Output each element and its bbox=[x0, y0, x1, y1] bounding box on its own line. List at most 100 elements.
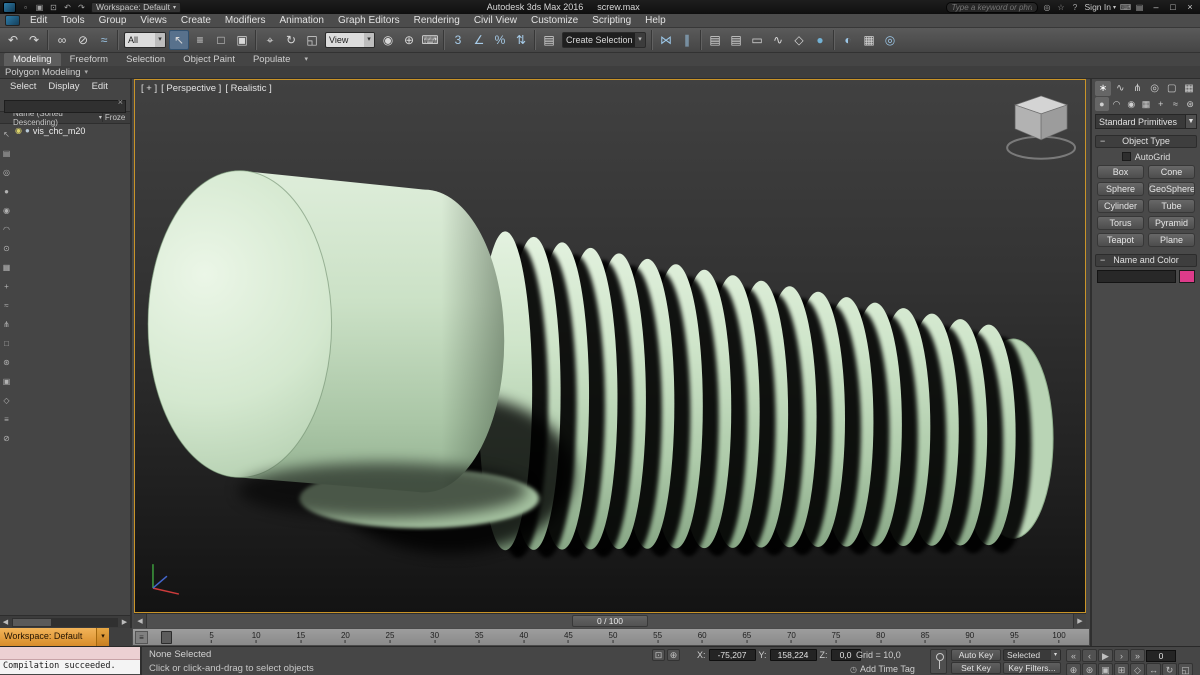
mirror-icon[interactable]: ⋈ bbox=[656, 30, 676, 50]
search-button-icon[interactable]: ◎ bbox=[1041, 3, 1054, 12]
menu-civil-view[interactable]: Civil View bbox=[467, 14, 524, 28]
tab-freeform[interactable]: Freeform bbox=[61, 53, 118, 66]
explorer-menu-select[interactable]: Select bbox=[4, 81, 42, 92]
x-coordinate-field[interactable]: -75,207 bbox=[708, 649, 756, 661]
viewport-shading-label[interactable]: [ Realistic ] bbox=[225, 83, 271, 94]
redo-icon[interactable]: ↷ bbox=[75, 3, 88, 12]
zoom-extents-all-icon[interactable]: ⊞ bbox=[1114, 663, 1129, 675]
sign-in-button[interactable]: Sign In ▾ bbox=[1085, 2, 1116, 12]
workspace-dropdown[interactable]: Workspace: Default ▾ bbox=[91, 1, 182, 13]
macro-recorder-pane[interactable] bbox=[0, 647, 140, 660]
render-production-icon[interactable]: ◎ bbox=[880, 30, 900, 50]
unlink-selection-icon[interactable]: ⊘ bbox=[73, 30, 93, 50]
se-show-materials-icon[interactable]: ◇ bbox=[3, 395, 9, 407]
menu-tools[interactable]: Tools bbox=[54, 14, 91, 28]
current-frame-field[interactable]: 0 bbox=[1146, 649, 1176, 662]
menu-create[interactable]: Create bbox=[174, 14, 218, 28]
menu-animation[interactable]: Animation bbox=[272, 14, 330, 28]
toggle-scene-explorer-icon[interactable]: ▤ bbox=[705, 30, 725, 50]
minimize-button[interactable]: – bbox=[1149, 2, 1163, 12]
select-and-link-icon[interactable]: ∞ bbox=[52, 30, 72, 50]
se-show-hidden-icon[interactable]: ▣ bbox=[3, 376, 11, 388]
select-by-name-icon[interactable]: ≡ bbox=[190, 30, 210, 50]
save-file-icon[interactable]: ⊡ bbox=[47, 3, 60, 12]
viewport-pov-label[interactable]: [ Perspective ] bbox=[161, 83, 221, 94]
cylinder-button[interactable]: Cylinder bbox=[1097, 199, 1144, 213]
play-animation-button[interactable]: ▶ bbox=[1098, 649, 1113, 662]
shapes-category-icon[interactable]: ◠ bbox=[1110, 97, 1124, 111]
tube-button[interactable]: Tube bbox=[1148, 199, 1195, 213]
se-show-helpers-icon[interactable]: + bbox=[4, 281, 9, 293]
menu-help[interactable]: Help bbox=[638, 14, 673, 28]
se-sort-icon[interactable]: ≡ bbox=[4, 414, 9, 426]
sphere-button[interactable]: Sphere bbox=[1097, 182, 1144, 196]
tab-object-paint[interactable]: Object Paint bbox=[174, 53, 244, 66]
cameras-category-icon[interactable]: ▦ bbox=[1139, 97, 1153, 111]
next-frame-button[interactable]: › bbox=[1114, 649, 1129, 662]
se-show-lights-icon[interactable]: ⊙ bbox=[3, 243, 10, 255]
select-and-move-icon[interactable]: ⌖ bbox=[260, 30, 280, 50]
pyramid-button[interactable]: Pyramid bbox=[1148, 216, 1195, 230]
curve-editor-icon[interactable]: ∿ bbox=[768, 30, 788, 50]
scene-explorer-search-input[interactable] bbox=[4, 99, 126, 113]
hierarchy-tab-icon[interactable]: ⋔ bbox=[1129, 81, 1145, 96]
viewport[interactable]: [ + ] [ Perspective ] [ Realistic ] bbox=[134, 79, 1086, 613]
geometry-category-icon[interactable]: ● bbox=[1095, 97, 1109, 111]
menu-edit[interactable]: Edit bbox=[23, 14, 54, 28]
polygon-modeling-panel-label[interactable]: Polygon Modeling bbox=[5, 67, 81, 78]
selection-set-key-dropdown[interactable]: Selected ▾ bbox=[1003, 649, 1061, 661]
toggle-ribbon-icon[interactable]: ▭ bbox=[747, 30, 767, 50]
angle-snap-icon[interactable]: ∠ bbox=[469, 30, 489, 50]
explorer-menu-edit[interactable]: Edit bbox=[86, 81, 114, 92]
time-slider-track[interactable]: 0 / 100 bbox=[147, 614, 1073, 628]
scene-explorer-scrollbar[interactable]: ◀ ▶ bbox=[0, 615, 130, 628]
menu-group[interactable]: Group bbox=[92, 14, 134, 28]
scrollbar-track[interactable] bbox=[12, 617, 118, 627]
scroll-right-icon[interactable]: ▶ bbox=[119, 618, 130, 626]
selection-filter-dropdown[interactable]: All ▾ bbox=[124, 32, 166, 48]
orbit-icon[interactable]: ↻ bbox=[1162, 663, 1177, 675]
select-and-manipulate-icon[interactable]: ⊕ bbox=[399, 30, 419, 50]
max-app-icon[interactable] bbox=[3, 1, 16, 13]
menu-scripting[interactable]: Scripting bbox=[585, 14, 638, 28]
list-item[interactable]: ◉ ● vis_chc_m20 bbox=[0, 124, 130, 137]
visibility-bulb-icon[interactable]: ◉ bbox=[15, 126, 22, 135]
search-input[interactable] bbox=[945, 1, 1038, 13]
teapot-button[interactable]: Teapot bbox=[1097, 233, 1144, 247]
se-show-geometry-icon[interactable]: ◉ bbox=[3, 205, 10, 217]
window-crossing-icon[interactable]: ▣ bbox=[232, 30, 252, 50]
menu-graph-editors[interactable]: Graph Editors bbox=[331, 14, 407, 28]
utilities-tab-icon[interactable]: ▦ bbox=[1181, 81, 1197, 96]
go-to-end-button[interactable]: » bbox=[1130, 649, 1145, 662]
add-time-tag[interactable]: ◷ Add Time Tag bbox=[850, 664, 915, 674]
key-filters-button[interactable]: Key Filters... bbox=[1003, 662, 1061, 674]
toggle-layer-explorer-icon[interactable]: ▤ bbox=[726, 30, 746, 50]
edit-named-selection-sets-icon[interactable]: ▤ bbox=[539, 30, 559, 50]
primitive-type-dropdown[interactable]: Standard Primitives ▼ bbox=[1095, 114, 1197, 129]
maximize-viewport-toggle-icon[interactable]: ◱ bbox=[1178, 663, 1193, 675]
previous-frame-button[interactable]: ‹ bbox=[1082, 649, 1097, 662]
se-selection-sets-icon[interactable]: ▤ bbox=[3, 148, 11, 160]
tab-populate[interactable]: Populate bbox=[244, 53, 300, 66]
maxscript-mini-listener[interactable]: Compilation succeeded. bbox=[0, 647, 142, 675]
modify-tab-icon[interactable]: ∿ bbox=[1112, 81, 1128, 96]
se-show-containers-icon[interactable]: □ bbox=[4, 338, 9, 350]
se-show-shapes-icon[interactable]: ◠ bbox=[3, 224, 10, 236]
keyboard-icon[interactable]: ⌨ bbox=[1119, 3, 1132, 12]
clear-search-icon[interactable]: × bbox=[118, 97, 123, 107]
menu-rendering[interactable]: Rendering bbox=[407, 14, 467, 28]
se-filter-icon[interactable]: ⊘ bbox=[3, 433, 10, 445]
keyboard-shortcut-override-icon[interactable]: ⌨ bbox=[420, 30, 440, 50]
close-button[interactable]: × bbox=[1183, 2, 1197, 12]
chevron-down-icon[interactable]: ▾ bbox=[299, 53, 313, 66]
se-find-icon[interactable]: ◎ bbox=[3, 167, 10, 179]
cone-button[interactable]: Cone bbox=[1148, 165, 1195, 179]
zoom-all-icon[interactable]: ⊛ bbox=[1082, 663, 1097, 675]
se-show-frozen-icon[interactable]: ⊛ bbox=[3, 357, 10, 369]
select-object-icon[interactable]: ↖ bbox=[169, 30, 189, 50]
create-tab-icon[interactable]: ∗ bbox=[1095, 81, 1112, 96]
display-tab-icon[interactable]: ▢ bbox=[1164, 81, 1180, 96]
helpers-category-icon[interactable]: + bbox=[1154, 97, 1168, 111]
workspace-selector[interactable]: Workspace: Default bbox=[0, 628, 96, 646]
max-logo-icon[interactable] bbox=[5, 15, 20, 26]
